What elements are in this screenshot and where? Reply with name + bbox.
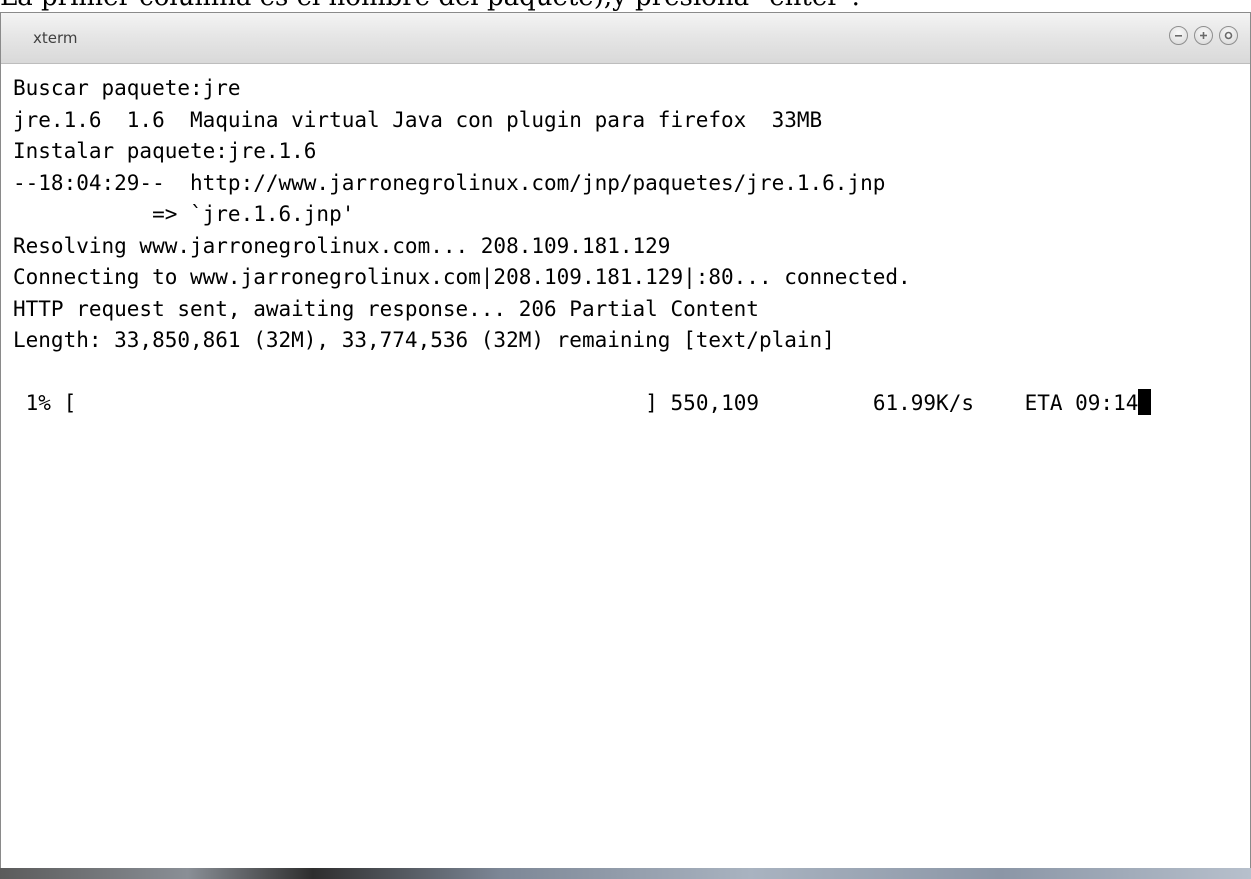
progress-speed: 61.99K/s bbox=[872, 391, 974, 415]
window-controls bbox=[1169, 26, 1238, 45]
progress-eta: ETA 09:14 bbox=[1024, 391, 1139, 415]
progress-percent: 1% bbox=[25, 391, 51, 415]
progress-bytes: 550,109 bbox=[670, 391, 760, 415]
maximize-icon[interactable] bbox=[1194, 26, 1213, 45]
progress-bar-close: ] bbox=[645, 391, 658, 415]
text-cursor bbox=[1138, 389, 1152, 415]
window-title: xterm bbox=[33, 29, 78, 47]
terminal-output[interactable]: Buscar paquete:jre jre.1.6 1.6 Maquina v… bbox=[13, 73, 1238, 861]
terminal-line: Buscar paquete:jre bbox=[13, 76, 241, 100]
terminal-line: => `jre.1.6.jnp' bbox=[13, 202, 355, 226]
terminal-line: jre.1.6 1.6 Maquina virtual Java con plu… bbox=[13, 107, 823, 132]
desktop-background bbox=[0, 868, 1251, 879]
terminal-line: Length: 33,850,861 (32M), 33,774,536 (32… bbox=[13, 328, 835, 352]
page-caption: La primer columna es el nombre del paque… bbox=[0, 0, 1251, 12]
terminal-line: --18:04:29-- http://www.jarronegrolinux.… bbox=[13, 170, 886, 195]
progress-bar-open: [ bbox=[63, 391, 77, 415]
titlebar[interactable]: xterm bbox=[1, 13, 1250, 64]
terminal-line: Resolving www.jarronegrolinux.com... 208… bbox=[13, 233, 671, 258]
terminal-line: HTTP request sent, awaiting response... … bbox=[13, 296, 759, 321]
terminal-line: Instalar paquete:jre.1.6 bbox=[13, 139, 317, 163]
terminal-line: Connecting to www.jarronegrolinux.com|20… bbox=[13, 265, 911, 289]
close-icon[interactable] bbox=[1219, 26, 1238, 45]
minimize-icon[interactable] bbox=[1169, 26, 1188, 45]
xterm-window[interactable]: xterm Buscar paquete:jre jre.1.6 1.6 Maq… bbox=[0, 12, 1251, 870]
download-progress-line: 1% [ ] 550,109 61.99K/s ETA 09:14 bbox=[13, 388, 1238, 420]
